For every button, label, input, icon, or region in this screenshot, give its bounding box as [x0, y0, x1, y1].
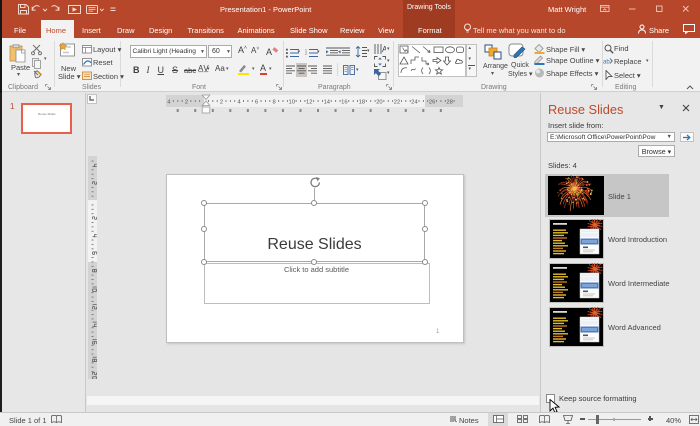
svg-text:ab: ab — [603, 60, 610, 66]
svg-text:4: 4 — [237, 100, 241, 106]
svg-text:2: 2 — [305, 52, 307, 56]
svg-text:4: 4 — [167, 100, 171, 106]
svg-text:10: 10 — [288, 100, 294, 106]
svg-text:2: 2 — [185, 100, 188, 106]
svg-text:14: 14 — [324, 100, 331, 106]
svg-text:26: 26 — [429, 100, 435, 106]
svg-text:A: A — [266, 47, 272, 57]
svg-text:2: 2 — [220, 100, 223, 106]
svg-text:A: A — [382, 45, 386, 54]
svg-text:12: 12 — [306, 100, 312, 106]
svg-text:16: 16 — [341, 100, 347, 106]
svg-text:18: 18 — [359, 100, 365, 106]
svg-text:24: 24 — [411, 100, 418, 106]
svg-text:28: 28 — [446, 100, 452, 106]
svg-text:22: 22 — [394, 100, 400, 106]
svg-text:20: 20 — [376, 100, 382, 106]
svg-text:6: 6 — [255, 100, 258, 106]
svg-text:8: 8 — [273, 100, 276, 106]
